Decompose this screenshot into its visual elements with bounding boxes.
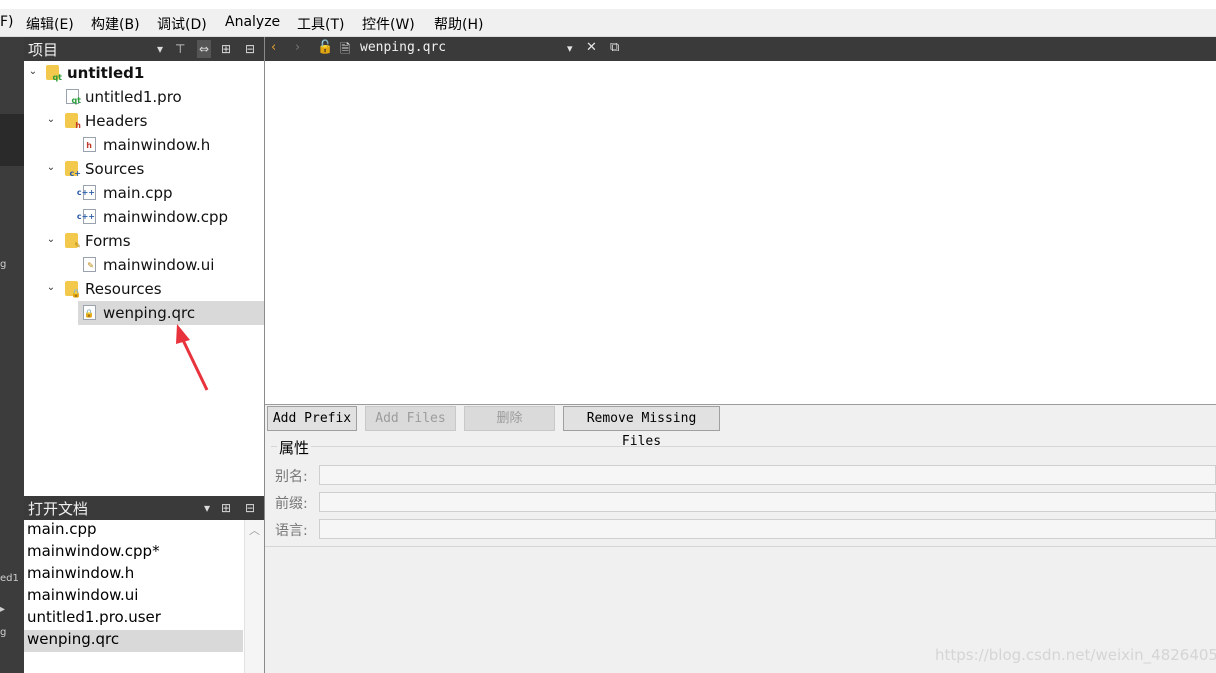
tree-item-main-cpp[interactable]: c++ main.cpp — [24, 181, 264, 205]
cpp-file-icon: c++ — [77, 209, 96, 224]
tree-item-mainwindow-h[interactable]: h mainwindow.h — [24, 133, 264, 157]
qrc-file-icon: 🗎 — [340, 42, 351, 57]
open-docs-title: 打开文档 — [28, 500, 89, 518]
view-dropdown-icon[interactable]: ▾ — [157, 40, 163, 58]
project-panel-toolbar: 项目 ▾ ⊤ ⇔ ⊞ ⊟ — [24, 37, 264, 61]
tree-item-untitled1[interactable]: ⌄ qt untitled1 — [24, 61, 264, 85]
remove-missing-files-button[interactable]: Remove Missing Files — [563, 406, 720, 449]
prefix-field[interactable] — [319, 492, 1216, 512]
properties-bottom-divider — [265, 546, 1216, 547]
alias-label: 别名: — [275, 469, 308, 485]
view-dropdown-icon[interactable]: ▾ — [204, 499, 210, 517]
tree-item-label: untitled1 — [67, 64, 145, 82]
menu-file[interactable]: F) — [0, 14, 14, 30]
close-icon[interactable]: ✕ — [586, 40, 597, 55]
menu-edit[interactable]: 编辑(E) — [26, 14, 74, 34]
open-documents-list: main.cpp mainwindow.cpp* mainwindow.h ma… — [24, 520, 264, 673]
annotation-arrow-icon — [176, 324, 209, 391]
modebar-fragment: g — [0, 627, 7, 638]
editor-toolbar: ‹ › 🔓 🗎 wenping.qrc ▾ ✕ ⧉ — [265, 37, 1216, 61]
split-icon[interactable]: ⊞ — [221, 499, 231, 517]
sources-folder-icon: c+ — [65, 161, 81, 178]
add-files-button[interactable]: Add Files — [365, 406, 456, 431]
add-prefix-button[interactable]: Add Prefix — [267, 406, 357, 431]
open-doc-item-selected[interactable]: wenping.qrc — [24, 630, 243, 652]
menu-bar: F) 编辑(E) 构建(B) 调试(D) Analyze 工具(T) 控件(W)… — [0, 9, 1216, 37]
chevron-down-icon[interactable]: ⌄ — [45, 114, 57, 126]
back-arrow-icon[interactable]: ‹ — [271, 40, 276, 55]
chevron-down-icon[interactable]: ⌄ — [45, 282, 57, 294]
tree-item-label: mainwindow.h — [103, 136, 211, 154]
split-editor-icon[interactable]: ⧉ — [610, 40, 619, 55]
tree-item-label: Forms — [85, 232, 131, 250]
modebar-fragment: g — [0, 259, 7, 270]
tree-item-label: Headers — [85, 112, 148, 130]
cpp-file-icon: c++ — [77, 185, 96, 200]
lock-icon[interactable]: 🔓 — [317, 40, 333, 55]
tree-item-forms[interactable]: ⌄ ✎ Forms — [24, 229, 264, 253]
header-file-icon: h — [83, 137, 96, 152]
project-folder-icon: qt — [46, 65, 62, 82]
resource-editor-panel: Add Prefix Add Files 删除 Remove Missing F… — [265, 405, 1216, 673]
mode-bar: g ed1 ▸ g — [0, 37, 24, 673]
tree-item-label: Resources — [85, 280, 162, 298]
project-panel-title: 项目 — [28, 41, 59, 59]
forms-folder-icon: ✎ — [65, 233, 81, 250]
pro-file-icon: qt — [66, 89, 81, 105]
tree-item-pro-file[interactable]: qt untitled1.pro — [24, 85, 264, 109]
chevron-down-icon[interactable]: ⌄ — [45, 234, 57, 246]
language-label: 语言: — [275, 523, 308, 539]
watermark: https://blog.csdn.net/weixin_48264057 — [935, 646, 1216, 664]
menu-tools[interactable]: 工具(T) — [297, 14, 344, 34]
open-doc-item[interactable]: mainwindow.cpp* — [24, 542, 243, 564]
tree-item-label: Sources — [85, 160, 145, 178]
tree-item-resources[interactable]: ⌄ 🔒 Resources — [24, 277, 264, 301]
chevron-down-icon[interactable]: ⌄ — [45, 162, 57, 174]
close-panel-icon[interactable]: ⊟ — [245, 40, 255, 58]
tree-item-label: mainwindow.cpp — [103, 208, 229, 226]
headers-folder-icon: h — [65, 113, 81, 130]
open-doc-item[interactable]: mainwindow.ui — [24, 586, 243, 608]
filter-icon[interactable]: ⊤ — [175, 40, 185, 58]
close-panel-icon[interactable]: ⊟ — [245, 499, 255, 517]
modebar-fragment: ed1 — [0, 573, 19, 584]
forward-arrow-icon[interactable]: › — [295, 40, 300, 55]
project-tree: ⌄ qt untitled1 qt untitled1.pro ⌄ h Head… — [24, 61, 264, 495]
tree-item-label: untitled1.pro — [85, 88, 182, 106]
tree-item-sources[interactable]: ⌄ c+ Sources — [24, 157, 264, 181]
open-doc-item[interactable]: untitled1.pro.user — [24, 608, 243, 630]
editor-filename[interactable]: wenping.qrc — [360, 40, 446, 55]
open-doc-item[interactable]: main.cpp — [24, 520, 243, 542]
tree-item-label: main.cpp — [103, 184, 173, 202]
link-icon[interactable]: ⇔ — [197, 40, 212, 58]
menu-controls[interactable]: 控件(W) — [362, 14, 415, 34]
file-dropdown-icon[interactable]: ▾ — [567, 42, 573, 55]
alias-field[interactable] — [319, 465, 1216, 485]
prefix-label: 前缀: — [275, 496, 308, 512]
language-field[interactable] — [319, 519, 1216, 539]
chevron-down-icon[interactable]: ⌄ — [27, 66, 39, 78]
scroll-up-icon[interactable]: ︿ — [249, 522, 260, 538]
properties-divider — [271, 446, 1216, 447]
split-icon[interactable]: ⊞ — [221, 40, 231, 58]
ui-file-icon: ✎ — [83, 257, 96, 272]
menu-analyze[interactable]: Analyze — [225, 14, 280, 30]
open-docs-toolbar: 打开文档 ▾ ⊞ ⊟ — [24, 496, 264, 520]
tree-item-mainwindow-ui[interactable]: ✎ mainwindow.ui — [24, 253, 264, 277]
properties-title: 属性 — [277, 437, 312, 458]
qrc-file-icon: 🔒 — [83, 305, 96, 320]
menu-build[interactable]: 构建(B) — [91, 14, 140, 34]
mode-bar-selected[interactable] — [0, 114, 24, 166]
tree-item-mainwindow-cpp[interactable]: c++ mainwindow.cpp — [24, 205, 264, 229]
delete-button[interactable]: 删除 — [464, 406, 555, 431]
menu-help[interactable]: 帮助(H) — [434, 14, 483, 34]
scrollbar[interactable]: ︿ — [244, 520, 264, 673]
menu-debug[interactable]: 调试(D) — [157, 14, 207, 34]
tree-item-label: mainwindow.ui — [103, 256, 215, 274]
open-doc-item[interactable]: mainwindow.h — [24, 564, 243, 586]
tree-item-headers[interactable]: ⌄ h Headers — [24, 109, 264, 133]
resource-tree-area[interactable] — [265, 61, 1216, 405]
resources-folder-icon: 🔒 — [65, 281, 81, 298]
chevron-right-icon[interactable]: ▸ — [0, 604, 5, 615]
